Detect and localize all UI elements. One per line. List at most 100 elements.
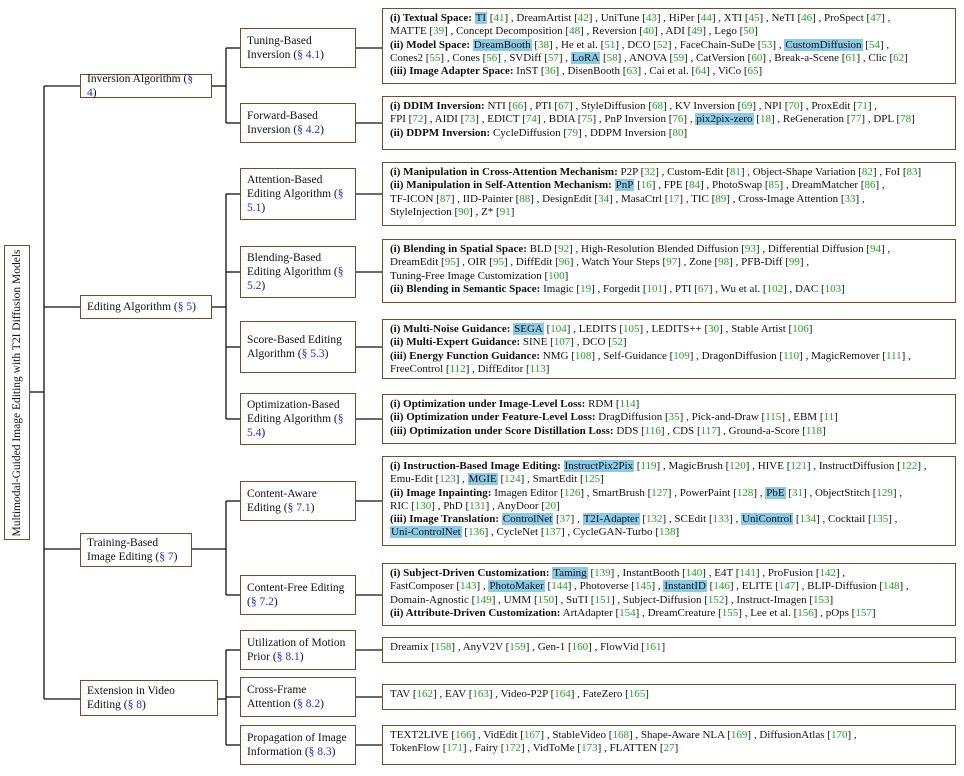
citation-link[interactable]: 20	[545, 500, 556, 512]
citation-link[interactable]: 165	[629, 688, 646, 700]
citation-link[interactable]: 136	[468, 526, 485, 538]
citation-link[interactable]: 148	[883, 580, 900, 592]
citation-link[interactable]: 117	[701, 425, 717, 437]
citation-link[interactable]: 129	[876, 487, 893, 499]
citation-link[interactable]: 44	[701, 12, 712, 24]
citation-link[interactable]: 161	[645, 641, 662, 653]
section-link[interactable]: § 8.3	[309, 746, 332, 758]
citation-link[interactable]: 78	[900, 113, 911, 125]
citation-link[interactable]: 98	[718, 256, 729, 268]
citation-link[interactable]: 120	[729, 460, 746, 472]
citation-link[interactable]: 144	[551, 580, 568, 592]
citation-link[interactable]: 102	[767, 283, 784, 295]
citation-link[interactable]: 56	[486, 52, 497, 64]
citation-link[interactable]: 87	[440, 193, 451, 205]
section-link[interactable]: § 7	[159, 551, 173, 563]
citation-link[interactable]: 11	[824, 411, 835, 423]
citation-link[interactable]: 154	[619, 607, 636, 619]
citation-link[interactable]: 39	[433, 25, 444, 37]
citation-link[interactable]: 61	[845, 52, 856, 64]
citation-link[interactable]: 122	[901, 460, 918, 472]
citation-link[interactable]: 101	[646, 283, 663, 295]
citation-link[interactable]: 94	[870, 243, 881, 255]
citation-link[interactable]: 60	[751, 52, 762, 64]
citation-link[interactable]: 133	[713, 513, 730, 525]
citation-link[interactable]: 30	[708, 323, 719, 335]
citation-link[interactable]: 70	[788, 100, 799, 112]
citation-link[interactable]: 134	[800, 513, 817, 525]
citation-link[interactable]: 128	[737, 487, 754, 499]
citation-link[interactable]: 130	[415, 500, 432, 512]
citation-link[interactable]: 57	[548, 52, 559, 64]
citation-link[interactable]: 17	[668, 193, 679, 205]
citation-link[interactable]: 65	[748, 65, 759, 77]
citation-link[interactable]: 125	[584, 473, 601, 485]
citation-link[interactable]: 171	[446, 742, 463, 754]
citation-link[interactable]: 131	[469, 500, 486, 512]
section-link[interactable]: § 8.1	[277, 651, 300, 663]
citation-link[interactable]: 147	[779, 580, 796, 592]
citation-link[interactable]: 123	[439, 473, 456, 485]
citation-link[interactable]: 97	[666, 256, 677, 268]
citation-link[interactable]: 41	[493, 12, 504, 24]
citation-link[interactable]: 73	[464, 113, 475, 125]
citation-link[interactable]: 170	[831, 729, 848, 741]
citation-link[interactable]: 116	[645, 425, 661, 437]
citation-link[interactable]: 42	[578, 12, 589, 24]
citation-link[interactable]: 103	[825, 283, 842, 295]
citation-link[interactable]: 18	[760, 113, 771, 125]
citation-link[interactable]: 159	[509, 641, 526, 653]
section-link[interactable]: § 8	[128, 699, 142, 711]
section-link[interactable]: § 5.3	[302, 348, 325, 360]
citation-link[interactable]: 85	[769, 179, 780, 191]
citation-link[interactable]: 92	[558, 243, 569, 255]
citation-link[interactable]: 72	[412, 113, 423, 125]
citation-link[interactable]: 16	[641, 179, 652, 191]
citation-link[interactable]: 106	[792, 323, 809, 335]
citation-link[interactable]: 86	[864, 179, 875, 191]
citation-link[interactable]: 75	[581, 113, 592, 125]
citation-link[interactable]: 138	[659, 526, 676, 538]
citation-link[interactable]: 74	[526, 113, 537, 125]
citation-link[interactable]: 54	[869, 39, 880, 51]
citation-link[interactable]: 81	[730, 166, 741, 178]
citation-link[interactable]: 66	[512, 100, 523, 112]
citation-link[interactable]: 62	[893, 52, 904, 64]
citation-link[interactable]: 140	[686, 567, 703, 579]
citation-link[interactable]: 127	[651, 487, 668, 499]
citation-link[interactable]: 107	[554, 336, 571, 348]
section-link[interactable]: § 5	[178, 301, 192, 313]
citation-link[interactable]: 167	[524, 729, 541, 741]
citation-link[interactable]: 34	[598, 193, 609, 205]
citation-link[interactable]: 47	[870, 12, 881, 24]
citation-link[interactable]: 108	[575, 350, 592, 362]
citation-link[interactable]: 95	[445, 256, 456, 268]
citation-link[interactable]: 164	[554, 688, 571, 700]
citation-link[interactable]: 153	[813, 594, 830, 606]
citation-link[interactable]: 19	[580, 283, 591, 295]
citation-link[interactable]: 143	[460, 580, 477, 592]
citation-link[interactable]: 46	[801, 12, 812, 24]
citation-link[interactable]: 114	[620, 398, 636, 410]
citation-link[interactable]: 53	[761, 39, 772, 51]
citation-link[interactable]: 95	[493, 256, 504, 268]
citation-link[interactable]: 68	[652, 100, 663, 112]
citation-link[interactable]: 99	[789, 256, 800, 268]
citation-link[interactable]: 96	[559, 256, 570, 268]
citation-link[interactable]: 38	[538, 39, 549, 51]
citation-link[interactable]: 33	[845, 193, 856, 205]
citation-link[interactable]: 150	[538, 594, 555, 606]
citation-link[interactable]: 149	[475, 594, 492, 606]
citation-link[interactable]: 169	[731, 729, 748, 741]
citation-link[interactable]: 93	[745, 243, 756, 255]
section-link[interactable]: § 7.1	[288, 502, 311, 514]
citation-link[interactable]: 71	[857, 100, 868, 112]
citation-link[interactable]: 90	[458, 206, 469, 218]
citation-link[interactable]: 104	[550, 323, 567, 335]
citation-link[interactable]: 124	[504, 473, 521, 485]
citation-link[interactable]: 80	[672, 127, 683, 139]
citation-link[interactable]: 32	[644, 166, 655, 178]
citation-link[interactable]: 31	[792, 487, 803, 499]
citation-link[interactable]: 58	[607, 52, 618, 64]
citation-link[interactable]: 50	[743, 25, 754, 37]
